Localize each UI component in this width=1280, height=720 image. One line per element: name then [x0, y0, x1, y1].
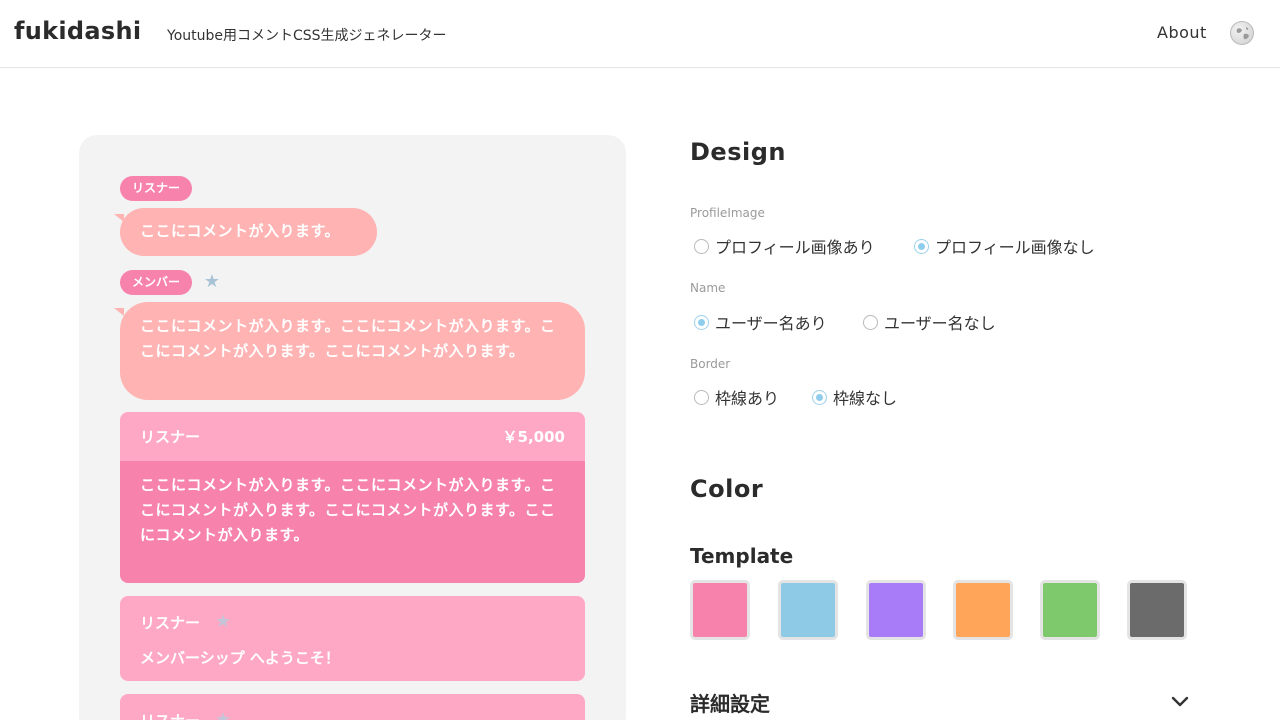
superchat-name: リスナー	[140, 428, 201, 446]
radio-label: 枠線なし	[833, 389, 898, 408]
chat1-text: ここにコメントが入ります。	[140, 222, 341, 240]
template-swatch-blue[interactable]	[778, 580, 838, 640]
radio-circle[interactable]	[812, 389, 827, 405]
globe-icon[interactable]	[1230, 21, 1254, 45]
template-swatch-purple[interactable]	[866, 580, 926, 640]
radio-circle[interactable]	[694, 238, 709, 254]
profile-image-label: ProfileImage	[690, 206, 765, 220]
superchat-amount: ￥5,000	[502, 428, 565, 446]
radio-label: ユーザー名なし	[884, 314, 996, 333]
radio-profile-image-on[interactable]: プロフィール画像あり	[694, 234, 875, 258]
radio-border-off[interactable]: 枠線なし	[812, 385, 897, 409]
radio-circle[interactable]	[863, 314, 878, 330]
radio-circle[interactable]	[694, 389, 709, 405]
membership-name: リスナー	[140, 710, 200, 720]
membership-name: リスナー	[140, 614, 201, 632]
radio-circle[interactable]	[914, 238, 929, 254]
details-settings-label: 詳細設定	[690, 692, 770, 716]
template-swatch-green[interactable]	[1040, 580, 1100, 640]
name-label: Name	[690, 281, 726, 295]
site-logo[interactable]: fukidashi	[14, 17, 141, 45]
superchat-text: ここにコメントが入ります。ここにコメントが入ります。ここにコメントが入ります。こ…	[120, 461, 585, 583]
radio-label: 枠線あり	[715, 389, 780, 408]
template-swatch-gray[interactable]	[1127, 580, 1187, 640]
settings-panel: Design ProfileImage プロフィール画像あり プロフィール画像な…	[690, 0, 1210, 720]
template-label: Template	[690, 544, 794, 568]
bubble-tail	[114, 308, 124, 316]
radio-label: プロフィール画像あり	[715, 238, 875, 257]
radio-username-off[interactable]: ユーザー名なし	[863, 310, 996, 334]
chevron-down-icon[interactable]	[1169, 690, 1191, 712]
color-title: Color	[690, 475, 764, 503]
radio-border-on[interactable]: 枠線あり	[694, 385, 779, 409]
chat1-name-tag: リスナー	[120, 176, 193, 201]
star-icon: ★	[215, 611, 232, 632]
radio-username-on[interactable]: ユーザー名あり	[694, 310, 827, 334]
chat2-bubble: ここにコメントが入ります。ここにコメントが入ります。ここにコメントが入ります。こ…	[114, 302, 585, 400]
comment-preview-panel: リスナー ここにコメントが入ります。 メンバー ★ ここにコメントが入ります。こ…	[79, 135, 626, 720]
superchat-card: リスナー ￥5,000 ここにコメントが入ります。ここにコメントが入ります。ここ…	[120, 412, 585, 583]
template-swatch-pink[interactable]	[690, 580, 750, 640]
border-label: Border	[690, 357, 731, 371]
membership-card: リスナー ★ メンバーシップ へようこそ！	[120, 596, 585, 681]
radio-label: プロフィール画像なし	[935, 238, 1095, 257]
swatch-color	[1043, 583, 1097, 637]
chat1-bubble: ここにコメントが入ります。	[114, 208, 377, 256]
swatch-color	[781, 583, 835, 637]
template-swatch-orange[interactable]	[953, 580, 1013, 640]
radio-profile-image-off[interactable]: プロフィール画像なし	[914, 234, 1095, 258]
site-tagline: Youtube用コメントCSS生成ジェネレーター	[167, 28, 447, 44]
bubble-tail	[114, 214, 124, 222]
chat2-name-tag: メンバー	[120, 270, 193, 295]
chat2-text: ここにコメントが入ります。ここにコメントが入ります。ここにコメントが入ります。こ…	[140, 317, 556, 360]
swatch-color	[869, 583, 923, 637]
design-title: Design	[690, 138, 786, 166]
radio-circle[interactable]	[694, 314, 709, 330]
swatch-color	[956, 583, 1010, 637]
radio-label: ユーザー名あり	[715, 314, 827, 333]
details-settings-toggle[interactable]: 詳細設定	[690, 688, 1190, 716]
swatch-color	[1130, 583, 1184, 637]
star-icon: ★	[215, 709, 232, 720]
membership-card: リスナー ★	[120, 694, 585, 720]
star-icon: ★	[203, 271, 221, 292]
membership-text: メンバーシップ へようこそ！	[140, 649, 340, 667]
swatch-color	[693, 583, 747, 637]
superchat-header: リスナー ￥5,000	[120, 412, 585, 461]
